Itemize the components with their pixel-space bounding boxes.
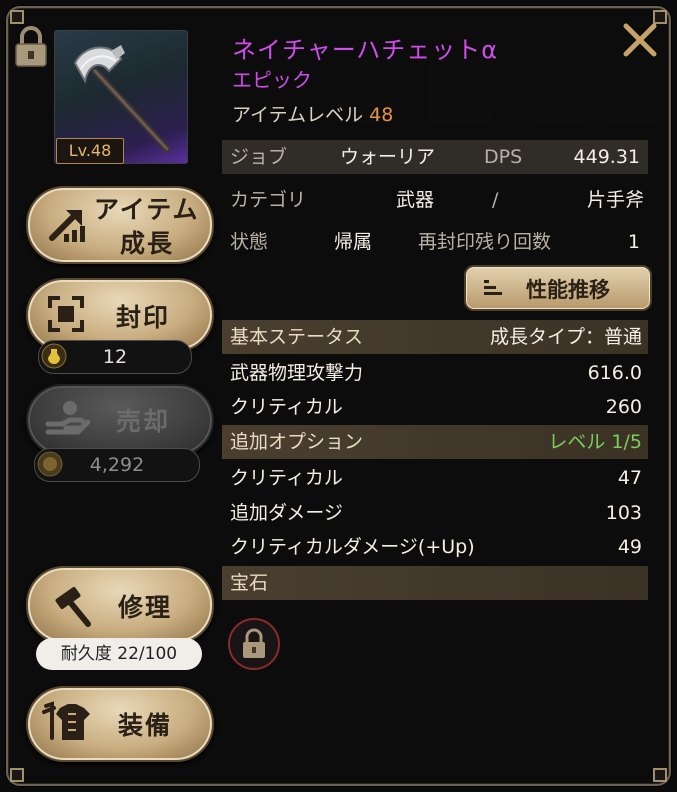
gem-title: 宝石 (230, 572, 269, 594)
growth-type: 成長タイプ：普通 (489, 326, 642, 348)
category-separator: / (492, 189, 499, 211)
coin-icon (37, 451, 63, 477)
gem-slot-locked[interactable] (228, 618, 280, 670)
basic-status-title: 基本ステータス (230, 326, 364, 348)
lock-icon (243, 628, 265, 658)
option-value: 49 (617, 536, 642, 558)
sell-price-pill: 4,292 (34, 448, 200, 482)
armor-icon (42, 701, 90, 740)
option-label: クリティカル (230, 467, 343, 489)
state-value: 帰属 (334, 231, 373, 253)
sell-hand-icon (45, 401, 90, 435)
sell-label: 売却 (116, 407, 171, 436)
performance-transition-label: 性能推移 (526, 278, 610, 302)
sell-price: 4,292 (89, 454, 145, 476)
stat-label: クリティカル (230, 396, 343, 418)
equip-button[interactable]: 装備 (26, 686, 214, 762)
stat-row: クリティカル 260 (222, 390, 648, 424)
durability-pill: 耐久度 22/100 (36, 638, 202, 670)
seal-count: 12 (102, 346, 128, 368)
stat-value: 616.0 (587, 362, 642, 384)
item-name: ネイチャーハチェットα (232, 36, 499, 64)
category-label: カテゴリ (230, 189, 307, 211)
grow-arrow-icon (49, 210, 85, 242)
job-value: ウォーリア (340, 146, 436, 168)
stat-row: 武器物理攻撃力 616.0 (222, 356, 648, 390)
basic-status-header: 基本ステータス 成長タイプ：普通 (222, 320, 648, 354)
option-row: クリティカルダメージ(+Up) 49 (222, 530, 648, 564)
dps-label: DPS (484, 146, 523, 168)
chart-icon (484, 280, 502, 295)
repair-button[interactable]: 修理 (26, 566, 214, 644)
option-row: クリティカル 47 (222, 461, 648, 495)
category-subtype: 片手斧 (586, 189, 644, 211)
additional-options-title: 追加オプション (230, 431, 364, 453)
dps-value: 449.31 (573, 146, 640, 168)
seal-frame-icon (48, 296, 84, 332)
item-level-badge: Lv.48 (56, 138, 124, 164)
seal-count-pill: 12 (38, 340, 192, 374)
option-value: 47 (617, 467, 642, 489)
stat-value: 260 (605, 396, 642, 418)
additional-options-header: 追加オプション レベル 1/5 (222, 425, 648, 459)
option-label: クリティカルダメージ(+Up) (230, 536, 475, 558)
performance-transition-button[interactable]: 性能推移 (464, 265, 652, 311)
state-row: 状態 帰属 再封印残り回数 1 (222, 225, 648, 259)
option-row: 追加ダメージ 103 (222, 496, 648, 530)
option-value: 103 (605, 502, 642, 524)
option-label: 追加ダメージ (230, 502, 344, 524)
close-icon[interactable] (620, 20, 660, 60)
lock-icon[interactable] (14, 26, 48, 68)
item-level-line: アイテムレベル 48 (232, 100, 393, 127)
item-growth-button[interactable]: アイテム 成長 (26, 186, 214, 264)
seal-label: 封印 (116, 303, 171, 332)
gem-header: 宝石 (222, 566, 648, 600)
reseal-value: 1 (627, 231, 640, 253)
item-rarity: エピック (232, 68, 312, 92)
stat-label: 武器物理攻撃力 (230, 362, 364, 384)
sell-button[interactable]: 売却 (26, 384, 214, 456)
repair-label: 修理 (118, 593, 173, 622)
category-row: カテゴリ 武器 / 片手斧 (222, 183, 648, 217)
item-growth-line2: 成長 (120, 229, 175, 258)
item-growth-line1: アイテム (94, 195, 200, 224)
item-level-value: 48 (369, 104, 394, 126)
state-label: 状態 (230, 231, 269, 253)
category-type: 武器 (396, 189, 435, 211)
equip-label: 装備 (118, 711, 173, 740)
option-level: レベル 1/5 (548, 431, 642, 453)
job-label: ジョブ (230, 146, 288, 168)
potion-icon (41, 343, 67, 369)
hammer-icon (55, 586, 91, 627)
item-level-label: アイテムレベル (232, 104, 364, 126)
job-row: ジョブ ウォーリア DPS 449.31 (222, 140, 648, 174)
reseal-label: 再封印残り回数 (418, 231, 552, 253)
